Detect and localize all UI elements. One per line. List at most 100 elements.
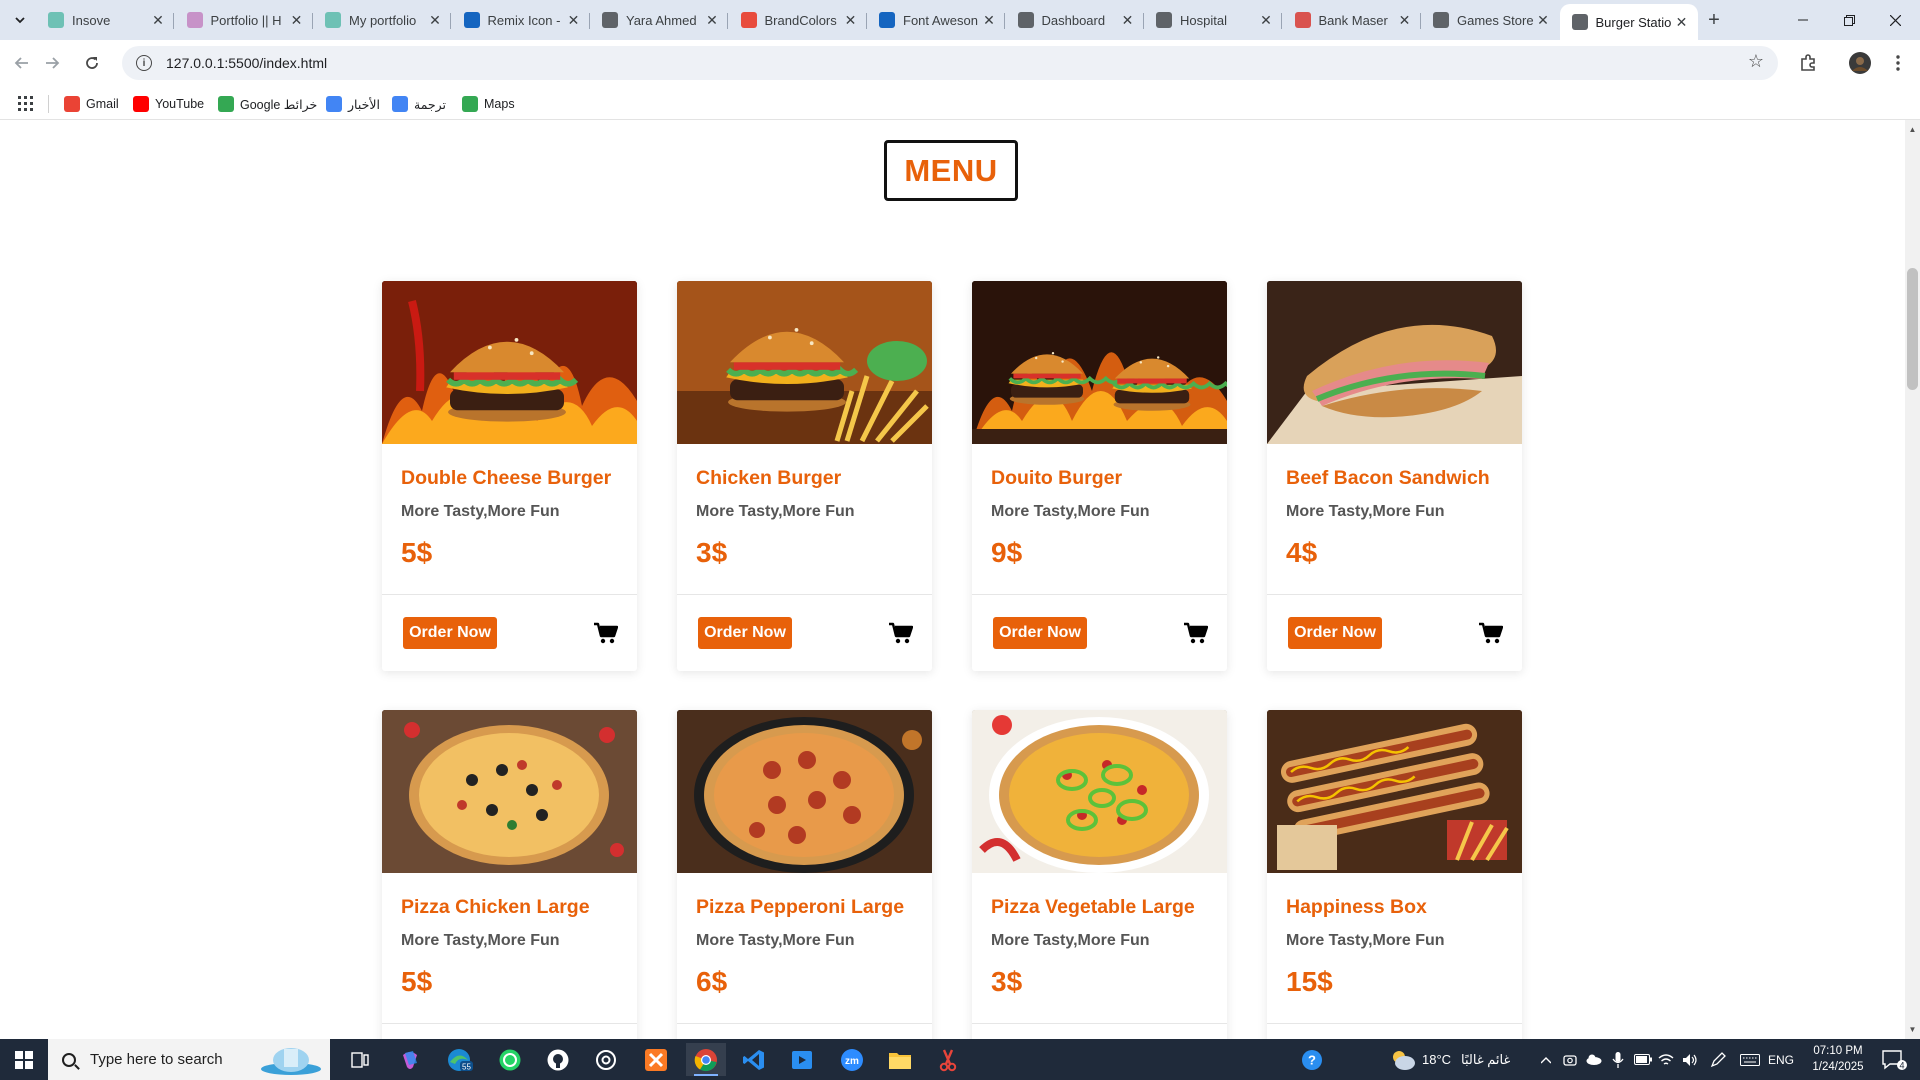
scroll-down-arrow[interactable]: ▼	[1905, 1022, 1920, 1037]
menu-item-price: 15$	[1286, 966, 1333, 997]
help-icon[interactable]: ?	[1300, 1039, 1324, 1080]
new-tab-button[interactable]: +	[1702, 8, 1726, 32]
bookmark-item[interactable]: الأخبار	[326, 95, 380, 113]
tab-close-icon[interactable]: ✕	[427, 12, 443, 28]
menu-item-card: Douito Burger More Tasty,More Fun 9$ Order …	[972, 281, 1227, 671]
extensions-button[interactable]	[1794, 49, 1822, 77]
language-indicator[interactable]: ENG	[1764, 1039, 1798, 1080]
tray-onedrive[interactable]	[1584, 1039, 1604, 1080]
tab-close-icon[interactable]: ✕	[289, 12, 305, 28]
taskbar-app-snip[interactable]	[928, 1043, 968, 1076]
weather-widget[interactable]: 18°C غائم غالبًا	[1390, 1039, 1530, 1080]
address-bar[interactable]: i 127.0.0.1:5500/index.html ☆	[122, 46, 1778, 80]
browser-tab[interactable]: Font Aweson ✕	[867, 4, 1005, 36]
bookmark-star-icon[interactable]: ☆	[1748, 51, 1764, 72]
site-info-icon[interactable]: i	[136, 55, 152, 71]
notifications-button[interactable]: 4	[1874, 1039, 1914, 1080]
tray-volume[interactable]	[1680, 1039, 1700, 1080]
close-window-button[interactable]	[1872, 0, 1918, 40]
cart-icon[interactable]	[1184, 622, 1209, 644]
browser-tab[interactable]: Hospital ✕	[1144, 4, 1282, 36]
scroll-up-arrow[interactable]: ▲	[1905, 122, 1920, 137]
taskbar-app-zoom[interactable]: zm	[832, 1043, 872, 1076]
forward-button[interactable]	[38, 49, 66, 77]
tab-close-icon[interactable]: ✕	[150, 12, 166, 28]
tab-title: Hospital	[1180, 12, 1227, 28]
taskbar-app-media[interactable]	[782, 1043, 822, 1076]
tray-microphone[interactable]	[1608, 1039, 1628, 1080]
tray-network[interactable]	[1656, 1039, 1676, 1080]
show-hidden-icons[interactable]	[1536, 1039, 1556, 1080]
cart-icon[interactable]	[594, 622, 619, 644]
start-button[interactable]	[0, 1039, 48, 1080]
speaker-icon	[1683, 1053, 1697, 1066]
taskbar-app-chrome[interactable]	[686, 1043, 726, 1076]
taskbar-app-vscode[interactable]	[734, 1043, 774, 1076]
order-now-button[interactable]: Order Now	[1288, 617, 1382, 649]
tab-title: My portfolio	[349, 12, 417, 28]
scrollbar-track[interactable]	[1905, 120, 1920, 1039]
browser-tab[interactable]: Remix Icon - ✕	[452, 4, 590, 36]
taskbar-clock[interactable]: 07:10 PM 1/24/2025	[1800, 1043, 1876, 1075]
tab-close-icon[interactable]: ✕	[566, 12, 582, 28]
browser-menu-button[interactable]	[1884, 49, 1912, 77]
taskbar-app-edge[interactable]: 55	[440, 1043, 480, 1076]
taskbar-app-file-explorer[interactable]	[880, 1043, 920, 1076]
browser-tab[interactable]: Insove ✕	[36, 4, 174, 36]
browser-tab[interactable]: Bank Maser ✕	[1283, 4, 1421, 36]
task-view-button[interactable]	[340, 1043, 380, 1076]
scrollbar-thumb[interactable]	[1907, 268, 1918, 390]
taskbar-app-whatsapp[interactable]	[490, 1043, 530, 1076]
tab-close-icon[interactable]: ✕	[1397, 12, 1413, 28]
taskbar-app-copilot[interactable]	[390, 1043, 430, 1076]
browser-tab[interactable]: Yara Ahmed ✕	[590, 4, 728, 36]
browser-tab[interactable]: Dashboard ✕	[1006, 4, 1144, 36]
tab-close-icon[interactable]: ✕	[1258, 12, 1274, 28]
bookmark-item[interactable]: ترجمة	[392, 95, 446, 113]
bookmark-item[interactable]: Google خرائط	[218, 95, 317, 113]
address-url[interactable]: 127.0.0.1:5500/index.html	[166, 55, 327, 71]
tray-pen[interactable]	[1706, 1039, 1730, 1080]
bookmark-item[interactable]: YouTube	[133, 95, 204, 113]
tab-close-icon[interactable]: ✕	[981, 12, 997, 28]
tab-strip: Insove ✕ Portfolio || H ✕ My portfolio ✕ Remix…	[0, 0, 1920, 40]
restore-button[interactable]	[1826, 0, 1872, 40]
tab-close-icon[interactable]: ✕	[1674, 14, 1690, 30]
taskbar-app-chatgpt[interactable]	[586, 1043, 626, 1076]
chevron-up-icon	[1541, 1056, 1551, 1063]
cart-icon[interactable]	[889, 622, 914, 644]
bookmark-item[interactable]: Maps	[462, 95, 515, 113]
tray-battery[interactable]	[1632, 1039, 1654, 1080]
tab-close-icon[interactable]: ✕	[1120, 12, 1136, 28]
menu-item-name: Pizza Pepperoni Large	[696, 896, 905, 918]
menu-item-price: 6$	[696, 966, 728, 997]
tab-search-button[interactable]	[8, 8, 32, 32]
order-now-button[interactable]: Order Now	[698, 617, 792, 649]
browser-tab[interactable]: Games Store ✕	[1421, 4, 1559, 36]
menu-item-price: 9$	[991, 537, 1023, 568]
minimize-button[interactable]	[1780, 0, 1826, 40]
profile-avatar[interactable]	[1846, 49, 1874, 77]
taskbar-search[interactable]: Type here to search	[48, 1039, 330, 1080]
search-highlight-icon	[261, 1048, 321, 1075]
browser-tab[interactable]: Portfolio || H ✕	[175, 4, 313, 36]
order-now-button[interactable]: Order Now	[403, 617, 497, 649]
taskbar-app-github[interactable]	[538, 1043, 578, 1076]
apps-grid-icon[interactable]	[18, 96, 33, 111]
browser-tab[interactable]: BrandColors ✕	[729, 4, 867, 36]
cart-icon[interactable]	[1479, 622, 1504, 644]
browser-tab[interactable]: Burger Statio ✕	[1559, 4, 1698, 40]
order-now-button[interactable]: Order Now	[993, 617, 1087, 649]
tray-camera[interactable]	[1560, 1039, 1580, 1080]
taskbar-app-xampp[interactable]	[636, 1043, 676, 1076]
reload-button[interactable]	[78, 49, 106, 77]
tray-keyboard[interactable]	[1738, 1039, 1762, 1080]
github-icon	[547, 1049, 569, 1070]
back-button[interactable]	[8, 49, 36, 77]
tab-close-icon[interactable]: ✕	[1535, 12, 1551, 28]
tab-title: Portfolio || H	[210, 12, 282, 28]
tab-close-icon[interactable]: ✕	[704, 12, 720, 28]
browser-tab[interactable]: My portfolio ✕	[313, 4, 451, 36]
tab-close-icon[interactable]: ✕	[843, 12, 859, 28]
bookmark-item[interactable]: Gmail	[64, 95, 119, 113]
